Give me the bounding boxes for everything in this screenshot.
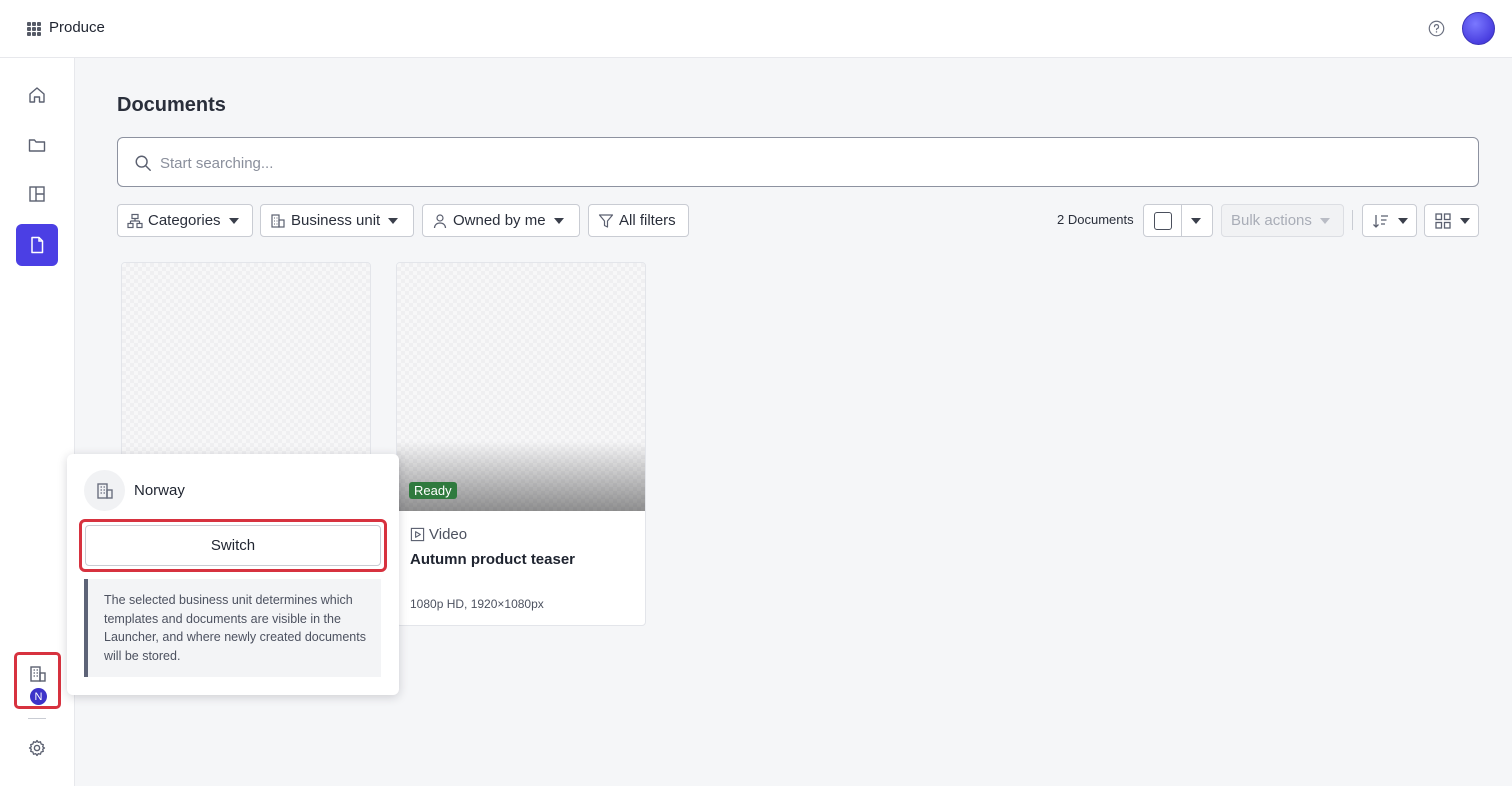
view-mode-button[interactable]: [1424, 204, 1479, 237]
document-count: 2 Documents: [1057, 212, 1134, 227]
gear-icon[interactable]: [27, 738, 47, 758]
document-name: Autumn product teaser: [410, 551, 576, 568]
sidebar-item-home[interactable]: [16, 74, 58, 116]
document-thumbnail: [397, 263, 645, 511]
divider: [1181, 205, 1182, 236]
filter-business-unit-button[interactable]: Business unit: [260, 204, 414, 237]
chevron-down-icon: [553, 217, 564, 224]
sidebar-item-documents[interactable]: [16, 224, 58, 266]
chevron-down-icon: [1398, 217, 1408, 224]
business-unit-button[interactable]: N: [14, 652, 61, 709]
sidebar: N: [0, 58, 75, 786]
chevron-down-icon: [388, 217, 399, 224]
app-title: Produce: [49, 19, 105, 36]
business-unit-popover: Norway Switch The selected business unit…: [67, 454, 399, 695]
switch-button[interactable]: Switch: [85, 525, 381, 566]
building-icon: [29, 666, 46, 682]
page-title: Documents: [117, 94, 226, 116]
select-all-group: [1143, 204, 1213, 237]
grid-view-icon: [1435, 212, 1451, 229]
filter-label: All filters: [619, 212, 676, 229]
chevron-down-icon: [1319, 217, 1330, 224]
switch-highlight: Switch: [79, 519, 387, 572]
filter-categories-button[interactable]: Categories: [117, 204, 253, 237]
chevron-down-icon: [228, 217, 239, 224]
help-icon[interactable]: [1428, 20, 1445, 37]
building-icon: [271, 213, 285, 228]
filter-label: Categories: [148, 212, 221, 229]
search-icon: [135, 155, 151, 171]
chevron-down-icon: [1460, 217, 1470, 224]
search-box[interactable]: [117, 137, 1479, 187]
avatar[interactable]: [1462, 12, 1495, 45]
top-bar: Produce: [0, 0, 1512, 58]
folder-icon: [28, 139, 46, 152]
filter-label: Owned by me: [453, 212, 546, 229]
sidebar-item-templates[interactable]: [16, 173, 58, 215]
document-meta: 1080p HD, 1920×1080px: [410, 597, 544, 611]
search-input[interactable]: [160, 150, 1460, 176]
document-card[interactable]: Ready Video Autumn product teaser 1080p …: [396, 262, 646, 626]
business-unit-info: The selected business unit determines wh…: [84, 579, 381, 677]
chevron-down-icon[interactable]: [1191, 218, 1201, 224]
category-tree-icon: [127, 213, 143, 228]
business-unit-badge: N: [30, 688, 47, 705]
sidebar-divider: [28, 718, 46, 719]
building-icon: [96, 482, 113, 499]
document-type: Video: [410, 526, 467, 543]
sidebar-item-folders[interactable]: [16, 124, 58, 166]
filter-label: Business unit: [291, 212, 381, 229]
status-badge: Ready: [409, 482, 457, 499]
business-unit-avatar: [84, 470, 125, 511]
document-type-label: Video: [429, 526, 468, 543]
business-unit-name: Norway: [134, 482, 185, 499]
document-icon: [31, 236, 44, 254]
video-icon: [410, 527, 425, 542]
home-icon: [29, 87, 45, 103]
layout-icon: [29, 186, 45, 202]
filter-owner-button[interactable]: Owned by me: [422, 204, 580, 237]
user-icon: [433, 213, 447, 228]
filter-icon: [598, 213, 614, 228]
sort-icon: [1373, 214, 1388, 228]
select-all-checkbox[interactable]: [1154, 212, 1172, 230]
toolbar-divider: [1352, 210, 1353, 230]
bulk-actions-label: Bulk actions: [1231, 212, 1312, 229]
grid-dots-icon[interactable]: [27, 22, 41, 36]
sort-button[interactable]: [1362, 204, 1417, 237]
all-filters-button[interactable]: All filters: [588, 204, 689, 237]
bulk-actions-button[interactable]: Bulk actions: [1221, 204, 1344, 237]
